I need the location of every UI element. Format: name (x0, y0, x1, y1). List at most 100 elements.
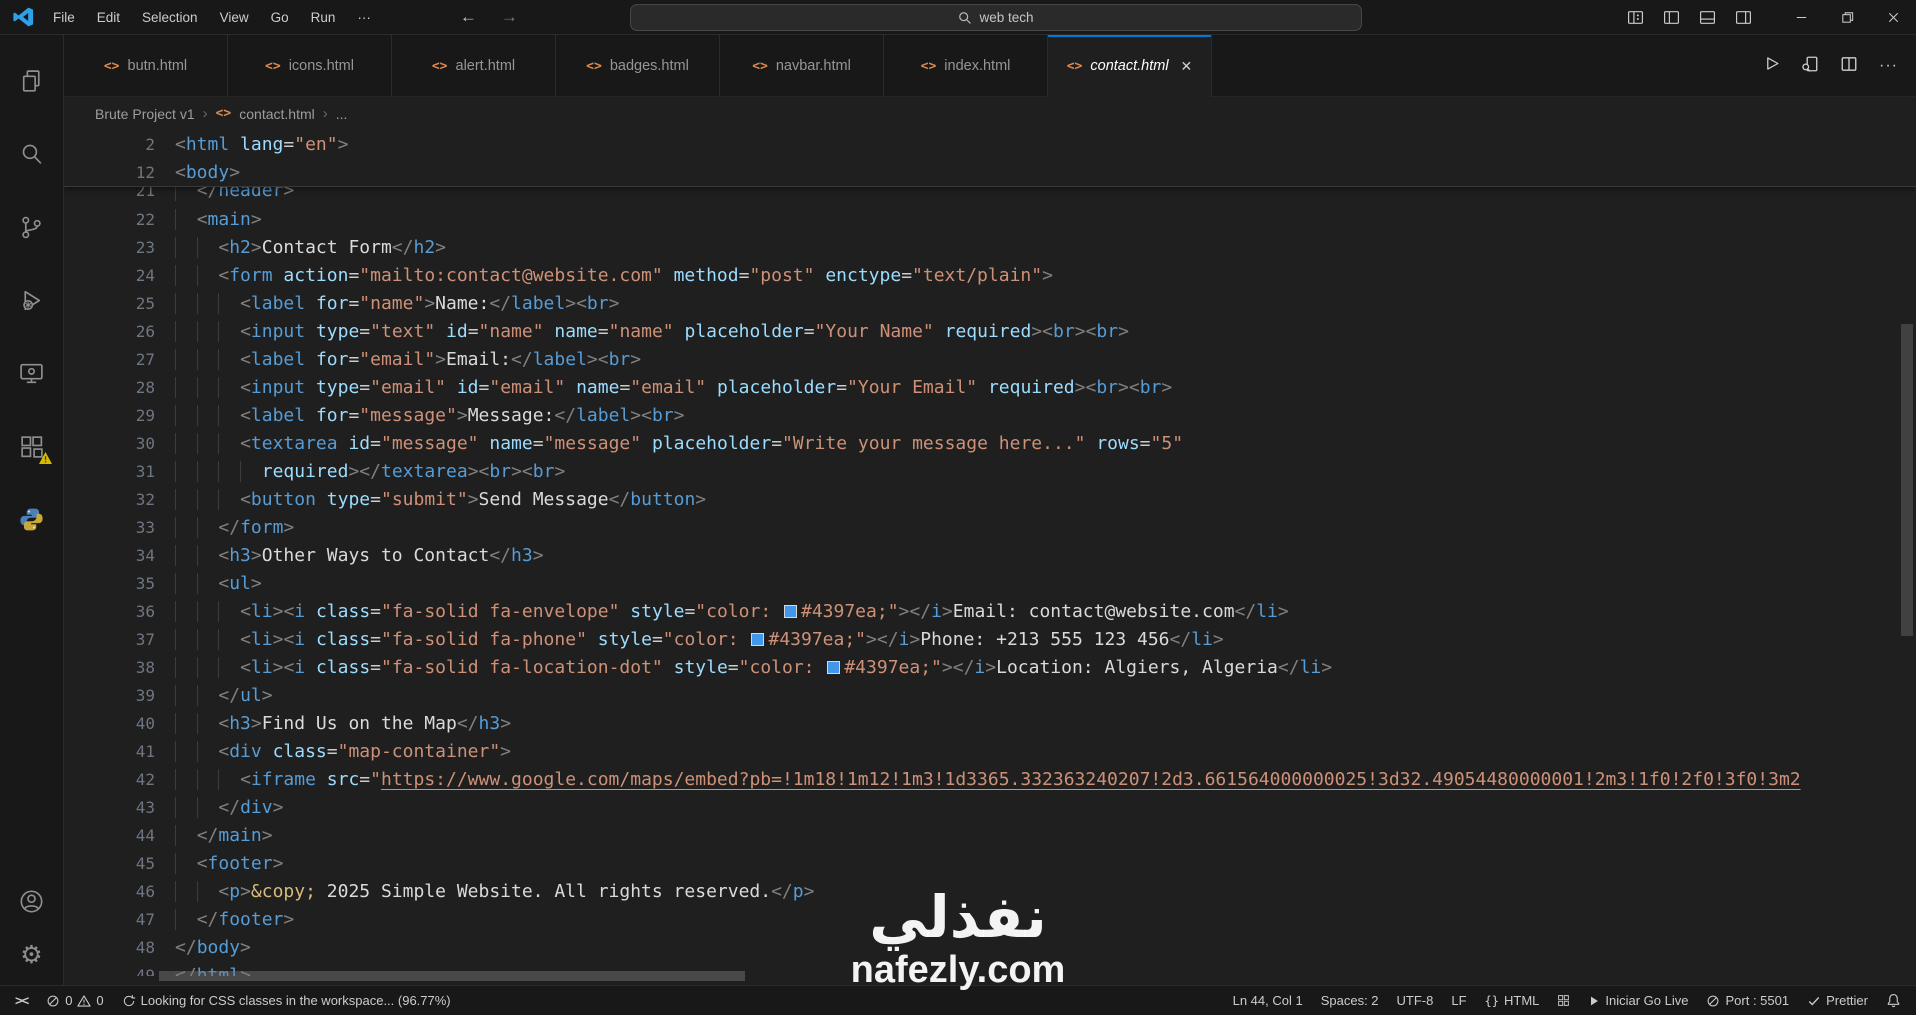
code-line-46[interactable]: 46 <p>&copy; 2025 Simple Website. All ri… (64, 877, 1916, 905)
account-icon[interactable] (18, 888, 45, 920)
status-css-class-progress[interactable]: Looking for CSS classes in the workspace… (113, 986, 460, 1015)
code-line-37[interactable]: 37 <li><i class="fa-solid fa-phone" styl… (64, 625, 1916, 653)
line-number[interactable]: 2 (64, 135, 155, 154)
remote-explorer-icon[interactable] (0, 337, 64, 410)
code-line-45[interactable]: 45 <footer> (64, 849, 1916, 877)
code-line-24[interactable]: 24 <form action="mailto:contact@website.… (64, 261, 1916, 289)
menu-view[interactable]: View (209, 0, 260, 35)
line-number[interactable]: 46 (64, 882, 155, 901)
line-number[interactable]: 45 (64, 854, 155, 873)
line-number[interactable]: 12 (64, 163, 155, 182)
line-number[interactable]: 49 (64, 966, 155, 977)
code-line-28[interactable]: 28 <input type="email" id="email" name="… (64, 373, 1916, 401)
status-problems[interactable]: 00 (37, 986, 112, 1015)
toggle-secondary-sidebar-icon[interactable] (1735, 9, 1752, 26)
code-line-32[interactable]: 32 <button type="submit">Send Message</b… (64, 485, 1916, 513)
line-number[interactable]: 21 (64, 187, 155, 200)
code-line-42[interactable]: 42 <iframe src="https://www.google.com/m… (64, 765, 1916, 793)
breadcrumb-file[interactable]: contact.html (239, 106, 314, 122)
line-number[interactable]: 22 (64, 210, 155, 229)
line-number[interactable]: 48 (64, 938, 155, 957)
close-window-button[interactable] (1870, 0, 1916, 35)
line-number[interactable]: 32 (64, 490, 155, 509)
close-tab-icon[interactable]: ✕ (1181, 58, 1193, 75)
code-line-34[interactable]: 34 <h3>Other Ways to Contact</h3> (64, 541, 1916, 569)
color-swatch[interactable] (751, 632, 765, 646)
minimize-button[interactable] (1778, 0, 1824, 35)
code-line-31[interactable]: 31 required></textarea><br><br> (64, 457, 1916, 485)
line-number[interactable]: 38 (64, 658, 155, 677)
code-line-39[interactable]: 39 </ul> (64, 681, 1916, 709)
status-notifications[interactable] (1877, 986, 1910, 1015)
code-line-30[interactable]: 30 <textarea id="message" name="message"… (64, 429, 1916, 457)
code-line-29[interactable]: 29 <label for="message">Message:</label>… (64, 401, 1916, 429)
line-number[interactable]: 42 (64, 770, 155, 789)
menu-selection[interactable]: Selection (131, 0, 209, 35)
menu-run[interactable]: Run (300, 0, 347, 35)
status-indentation[interactable]: Spaces: 2 (1312, 986, 1388, 1015)
line-number[interactable]: 24 (64, 266, 155, 285)
line-number[interactable]: 35 (64, 574, 155, 593)
open-changes-icon[interactable] (1801, 55, 1819, 78)
forward-arrow-icon[interactable]: → (501, 7, 518, 27)
line-number[interactable]: 39 (64, 686, 155, 705)
code-line-12[interactable]: 12 <body> (64, 158, 1916, 186)
breadcrumb-symbol-ellipsis[interactable]: ... (336, 106, 348, 122)
menu-go[interactable]: Go (260, 0, 300, 35)
menu-file[interactable]: File (42, 0, 86, 35)
code-line-41[interactable]: 41 <div class="map-container"> (64, 737, 1916, 765)
breadcrumb-project[interactable]: Brute Project v1 (95, 106, 195, 122)
source-control-icon[interactable] (0, 191, 64, 264)
run-debug-icon[interactable] (0, 264, 64, 337)
status-live-server-port[interactable]: Port : 5501 (1697, 986, 1798, 1015)
status-language-mode[interactable]: {} HTML (1476, 986, 1549, 1015)
code-line-33[interactable]: 33 </form> (64, 513, 1916, 541)
code-line-36[interactable]: 36 <li><i class="fa-solid fa-envelope" s… (64, 597, 1916, 625)
run-file-icon[interactable] (1763, 55, 1780, 77)
line-number[interactable]: 36 (64, 602, 155, 621)
command-center-search[interactable]: web tech (630, 4, 1362, 31)
line-number[interactable]: 25 (64, 294, 155, 313)
line-number[interactable]: 37 (64, 630, 155, 649)
line-number[interactable]: 28 (64, 378, 155, 397)
tab-butn.html[interactable]: <> butn.html (64, 35, 228, 97)
status-go-live[interactable]: Iniciar Go Live (1579, 986, 1697, 1015)
toggle-sidebar-icon[interactable] (1663, 9, 1680, 26)
tab-badges.html[interactable]: <> badges.html (556, 35, 720, 97)
code-line-23[interactable]: 23 <h2>Contact Form</h2> (64, 233, 1916, 261)
line-number[interactable]: 41 (64, 742, 155, 761)
line-number[interactable]: 23 (64, 238, 155, 257)
back-arrow-icon[interactable]: ← (460, 7, 477, 27)
status-prettier[interactable]: Prettier (1798, 986, 1877, 1015)
color-swatch[interactable] (784, 604, 797, 618)
code-line-40[interactable]: 40 <h3>Find Us on the Map</h3> (64, 709, 1916, 737)
vertical-scrollbar[interactable] (1901, 324, 1913, 636)
code-line-27[interactable]: 27 <label for="email">Email:</label><br> (64, 345, 1916, 373)
line-number[interactable]: 31 (64, 462, 155, 481)
line-number[interactable]: 27 (64, 350, 155, 369)
line-number[interactable]: 26 (64, 322, 155, 341)
code-line-35[interactable]: 35 <ul> (64, 569, 1916, 597)
line-number[interactable]: 29 (64, 406, 155, 425)
split-editor-icon[interactable] (1840, 55, 1858, 78)
tab-contact.html[interactable]: <> contact.html ✕ (1048, 35, 1212, 98)
menu-[interactable]: ··· (346, 0, 382, 35)
code-line-22[interactable]: 22 <main> (64, 205, 1916, 233)
code-line-44[interactable]: 44 </main> (64, 821, 1916, 849)
line-number[interactable]: 34 (64, 546, 155, 565)
code-line-26[interactable]: 26 <input type="text" id="name" name="na… (64, 317, 1916, 345)
python-icon[interactable] (0, 483, 64, 556)
tab-index.html[interactable]: <> index.html (884, 35, 1048, 97)
code-line-21[interactable]: 21 </header> (64, 187, 1916, 204)
code-line-38[interactable]: 38 <li><i class="fa-solid fa-location-do… (64, 653, 1916, 681)
extensions-icon[interactable] (0, 410, 64, 483)
code-line-48[interactable]: 48 </body> (64, 933, 1916, 961)
restore-button[interactable] (1824, 0, 1870, 35)
tab-alert.html[interactable]: <> alert.html (392, 35, 556, 97)
toggle-panel-icon[interactable] (1699, 9, 1716, 26)
status-encoding[interactable]: UTF-8 (1388, 986, 1443, 1015)
status-eol[interactable]: LF (1442, 986, 1475, 1015)
line-number[interactable]: 44 (64, 826, 155, 845)
line-number[interactable]: 40 (64, 714, 155, 733)
code-line-43[interactable]: 43 </div> (64, 793, 1916, 821)
